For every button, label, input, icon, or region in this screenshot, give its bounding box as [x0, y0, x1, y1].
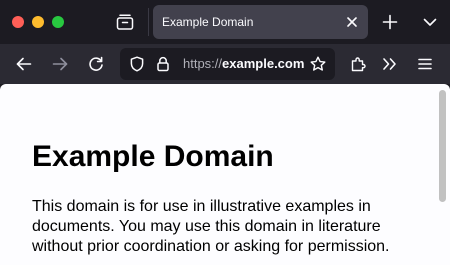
vertical-scrollbar[interactable]: [438, 84, 446, 265]
extensions-button[interactable]: [348, 54, 368, 74]
title-bar: Example Domain: [0, 0, 450, 44]
overflow-menu-button[interactable]: [380, 54, 400, 74]
new-tab-button[interactable]: [380, 12, 400, 32]
hamburger-menu-icon: [418, 58, 432, 70]
forward-button[interactable]: [50, 54, 70, 74]
overflow-chevrons-icon: [383, 58, 396, 70]
shield-icon: [130, 56, 144, 72]
plus-icon: [382, 14, 398, 30]
window-maximize-button[interactable]: [52, 16, 64, 28]
tab-close-button[interactable]: [344, 14, 360, 30]
window-close-button[interactable]: [12, 16, 24, 28]
chevron-down-icon: [423, 18, 437, 26]
scrollbar-thumb[interactable]: [439, 90, 446, 202]
tab-overview-icon: [116, 14, 134, 30]
reload-button[interactable]: [86, 54, 106, 74]
bookmark-button[interactable]: [310, 56, 326, 72]
tab-separator: [148, 8, 149, 36]
tab-title: Example Domain: [162, 15, 254, 29]
back-button[interactable]: [14, 54, 34, 74]
navigation-toolbar: https://example.com: [0, 44, 450, 84]
bookmark-star-icon: [310, 56, 326, 71]
reload-icon: [89, 56, 103, 71]
lock-icon: [157, 56, 169, 72]
url-domain: example.com: [222, 56, 305, 71]
window-minimize-button[interactable]: [32, 16, 44, 28]
page-paragraph: This domain is for use in illustrative e…: [32, 198, 390, 255]
app-menu-button[interactable]: [415, 54, 435, 74]
close-icon: [347, 17, 357, 27]
page-heading: Example Domain: [32, 140, 274, 173]
url-text[interactable]: https://example.com: [183, 48, 305, 80]
url-scheme: https://: [183, 56, 223, 71]
address-bar[interactable]: https://example.com: [120, 48, 335, 80]
page-content: Example Domain This domain is for use in…: [0, 84, 450, 265]
tab-overview-button[interactable]: [113, 11, 137, 33]
list-all-tabs-button[interactable]: [420, 12, 440, 32]
forward-arrow-icon: [52, 57, 68, 71]
back-arrow-icon: [16, 57, 32, 71]
tracking-protection-button[interactable]: [129, 56, 145, 72]
extensions-puzzle-icon: [351, 57, 366, 72]
tab-example-domain[interactable]: Example Domain: [153, 5, 368, 39]
site-info-button[interactable]: [155, 56, 171, 72]
